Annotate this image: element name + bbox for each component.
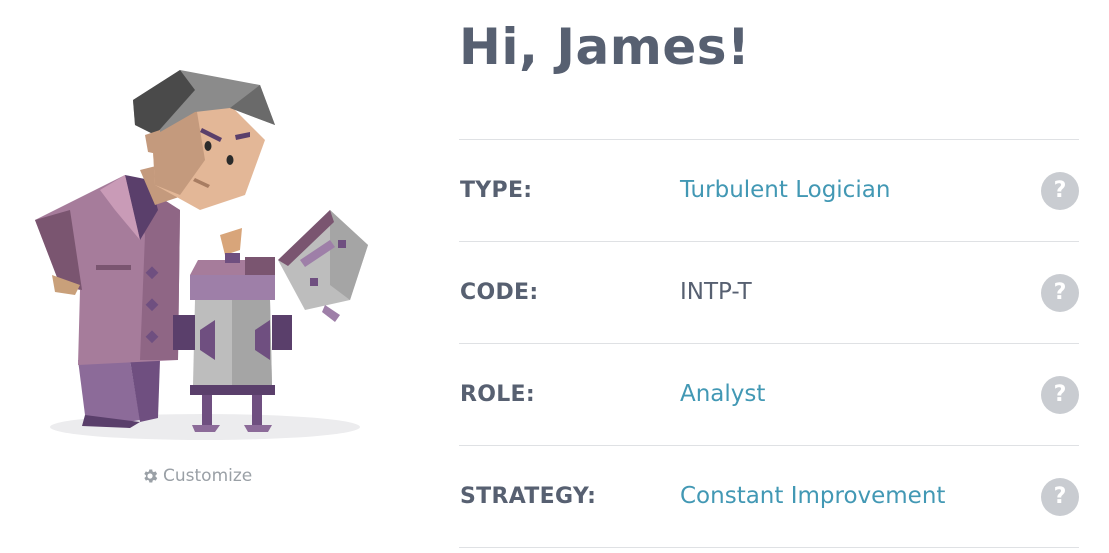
role-label: ROLE: <box>460 382 535 407</box>
code-value: INTP-T <box>680 279 752 305</box>
role-value-link[interactable]: Analyst <box>680 381 765 407</box>
profile-details-table: TYPE: Turbulent Logician ? CODE: INTP-T … <box>459 139 1079 548</box>
row-code: CODE: INTP-T ? <box>459 241 1079 343</box>
gear-icon <box>144 469 158 483</box>
customize-label: Customize <box>163 466 253 486</box>
row-role: ROLE: Analyst ? <box>459 343 1079 445</box>
strategy-label: STRATEGY: <box>460 484 597 509</box>
help-icon[interactable]: ? <box>1041 376 1079 414</box>
type-label: TYPE: <box>460 178 533 203</box>
help-icon[interactable]: ? <box>1041 478 1079 516</box>
code-label: CODE: <box>460 280 539 305</box>
strategy-value-link[interactable]: Constant Improvement <box>680 483 945 509</box>
row-strategy: STRATEGY: Constant Improvement ? <box>459 445 1079 548</box>
help-icon[interactable]: ? <box>1041 274 1079 312</box>
avatar-illustration <box>30 60 380 445</box>
help-icon[interactable]: ? <box>1041 172 1079 210</box>
type-value-link[interactable]: Turbulent Logician <box>680 177 890 203</box>
customize-link[interactable]: Customize <box>141 466 252 486</box>
greeting-heading: Hi, James! <box>459 18 751 76</box>
row-type: TYPE: Turbulent Logician ? <box>459 139 1079 241</box>
